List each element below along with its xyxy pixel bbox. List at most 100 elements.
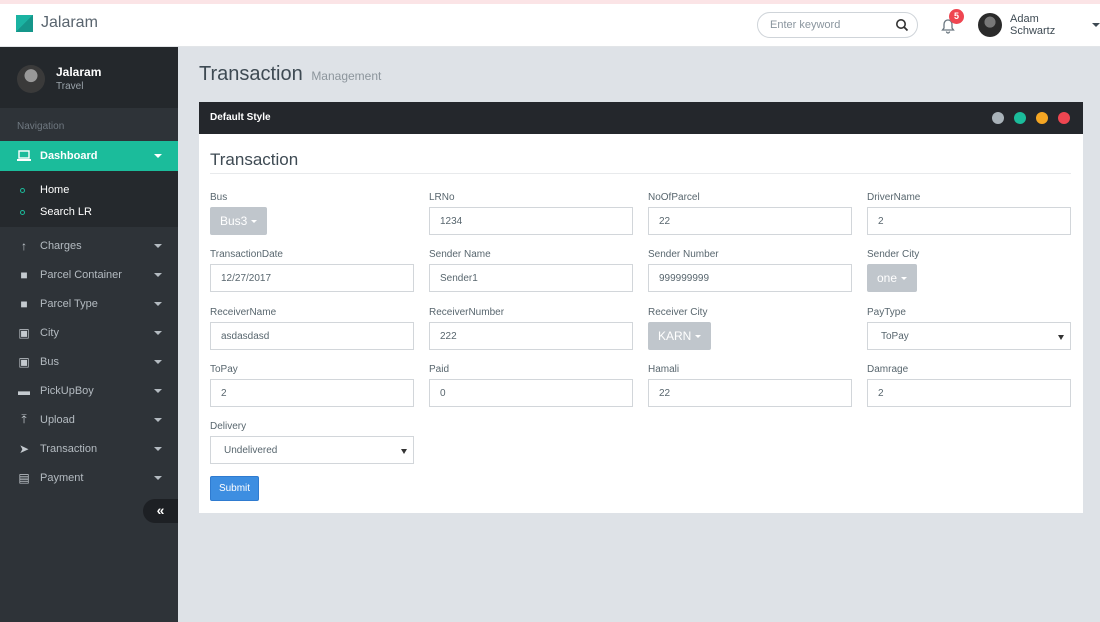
sendercity-label: Sender City (867, 249, 920, 260)
receivername-label: ReceiverName (210, 307, 277, 318)
sidebar-item-charges[interactable]: ↑ Charges (0, 231, 178, 260)
chevron-down-icon (154, 447, 162, 451)
sidebar-item-upload[interactable]: ⤒ Upload (0, 405, 178, 434)
drivername-input[interactable] (867, 207, 1071, 235)
chevron-down-icon (154, 273, 162, 277)
submit-button[interactable]: Submit (210, 476, 259, 501)
chevron-down-icon (154, 418, 162, 422)
hamali-input[interactable] (648, 379, 852, 407)
sidebar-item-label: Parcel Type (40, 297, 98, 310)
chevron-down-icon (154, 302, 162, 306)
sidebar-item-label: City (40, 326, 59, 339)
lrno-input[interactable] (429, 207, 633, 235)
sendernumber-input[interactable] (648, 264, 852, 292)
delivery-select[interactable]: Undelivered (210, 436, 414, 464)
paid-field: Paid (429, 364, 633, 407)
brand[interactable]: Jalaram (16, 14, 98, 32)
delivery-field: Delivery Undelivered (210, 421, 414, 464)
sidebar-item-city[interactable]: ▣ City (0, 318, 178, 347)
form-title: Transaction (210, 150, 299, 169)
close-icon[interactable] (1058, 112, 1070, 124)
sendercity-value: one (877, 271, 898, 285)
bullet-icon (20, 209, 25, 215)
chevron-down-icon (154, 154, 162, 158)
chevron-down-icon (1092, 23, 1100, 27)
sidebar-item-dashboard[interactable]: Dashboard (0, 141, 178, 171)
sendername-input[interactable] (429, 264, 633, 292)
sendername-field: Sender Name (429, 249, 633, 292)
bus-field: Bus Bus3 (210, 192, 414, 235)
sidebar-item-pickupboy[interactable]: ▬ PickUpBoy (0, 376, 178, 405)
upload-icon: ⤒ (21, 412, 27, 426)
lrno-field: LRNo (429, 192, 633, 235)
select-arrow-icon (1058, 335, 1064, 340)
brand-name: Jalaram (41, 14, 98, 31)
sendername-label: Sender Name (429, 249, 491, 260)
paid-input[interactable] (429, 379, 633, 407)
chevron-down-icon (154, 331, 162, 335)
bus-value: Bus3 (220, 214, 248, 228)
sidebar-item-label: Bus (40, 355, 59, 368)
sidebar-item-bus[interactable]: ▣ Bus (0, 347, 178, 376)
drivername-label: DriverName (867, 192, 921, 203)
chevron-down-icon (251, 219, 258, 223)
sidebar-avatar (17, 65, 45, 93)
sendernumber-label: Sender Number (648, 249, 719, 260)
receivercity-label: Receiver City (648, 307, 708, 318)
bus-label: Bus (210, 192, 228, 203)
person-icon: ■ (20, 296, 28, 311)
sidebar-item-label: Payment (40, 471, 84, 484)
collapse-sidebar-button[interactable]: « (143, 499, 178, 523)
sidebar-subitem-label: Home (40, 184, 70, 196)
page-title-text: Transaction (199, 63, 303, 85)
delivery-value: Undelivered (224, 444, 278, 456)
receivernumber-input[interactable] (429, 322, 633, 350)
sidebar-item-parcel-type[interactable]: ■ Parcel Type (0, 289, 178, 318)
page-subtitle: Management (311, 69, 382, 83)
sidebar-sub-list: Home Search LR (0, 171, 178, 227)
paytype-select[interactable]: ToPay (867, 322, 1071, 350)
top-navbar: Jalaram 5 Adam Schwartz (0, 4, 1100, 47)
chevron-down-icon (154, 389, 162, 393)
noofparcel-field: NoOfParcel (648, 192, 852, 235)
lrno-label: LRNo (429, 192, 455, 203)
sidebar-item-transaction[interactable]: ➤ Transaction (0, 434, 178, 463)
sidebar-item-payment[interactable]: ▤ Payment (0, 463, 178, 492)
expand-icon[interactable] (992, 112, 1004, 124)
search-box (757, 12, 918, 38)
noofparcel-input[interactable] (648, 207, 852, 235)
transactiondate-input[interactable] (210, 264, 414, 292)
hanger-icon: ↑ (21, 238, 27, 253)
damrage-input[interactable] (867, 379, 1071, 407)
topay-input[interactable] (210, 379, 414, 407)
send-icon: ➤ (18, 441, 30, 456)
chevron-down-icon (901, 276, 908, 280)
bus-dropdown[interactable]: Bus3 (210, 207, 268, 235)
transaction-panel: Default Style Transaction Bus Bus3 LRNo … (199, 102, 1083, 513)
drivername-field: DriverName (867, 192, 1071, 235)
paytype-value: ToPay (881, 330, 909, 342)
receivername-field: ReceiverName (210, 307, 414, 350)
chevron-down-icon (154, 476, 162, 480)
bus-icon: ▣ (18, 354, 30, 369)
sendercity-dropdown[interactable]: one (867, 264, 918, 292)
person-icon: ■ (20, 267, 28, 282)
receivername-input[interactable] (210, 322, 414, 350)
search-input[interactable] (770, 19, 890, 31)
refresh-icon[interactable] (1014, 112, 1026, 124)
paid-label: Paid (429, 364, 450, 375)
bullet-icon (20, 187, 25, 193)
sidebar-profile: Jalaram Travel (0, 47, 178, 108)
minimize-icon[interactable] (1036, 112, 1048, 124)
user-menu[interactable]: Adam Schwartz (978, 13, 1100, 37)
receivercity-field: Receiver City KARN (648, 307, 852, 350)
sidebar-item-label: Upload (40, 413, 75, 426)
receivercity-dropdown[interactable]: KARN (648, 322, 712, 350)
notification-badge: 5 (949, 9, 964, 24)
sidebar-subitem-home[interactable]: Home (0, 179, 178, 201)
sidebar-subitem-search-lr[interactable]: Search LR (0, 201, 178, 223)
panel-header: Default Style (199, 102, 1083, 134)
sidebar-item-parcel-container[interactable]: ■ Parcel Container (0, 260, 178, 289)
divider (210, 173, 1071, 174)
search-icon[interactable] (895, 18, 909, 32)
